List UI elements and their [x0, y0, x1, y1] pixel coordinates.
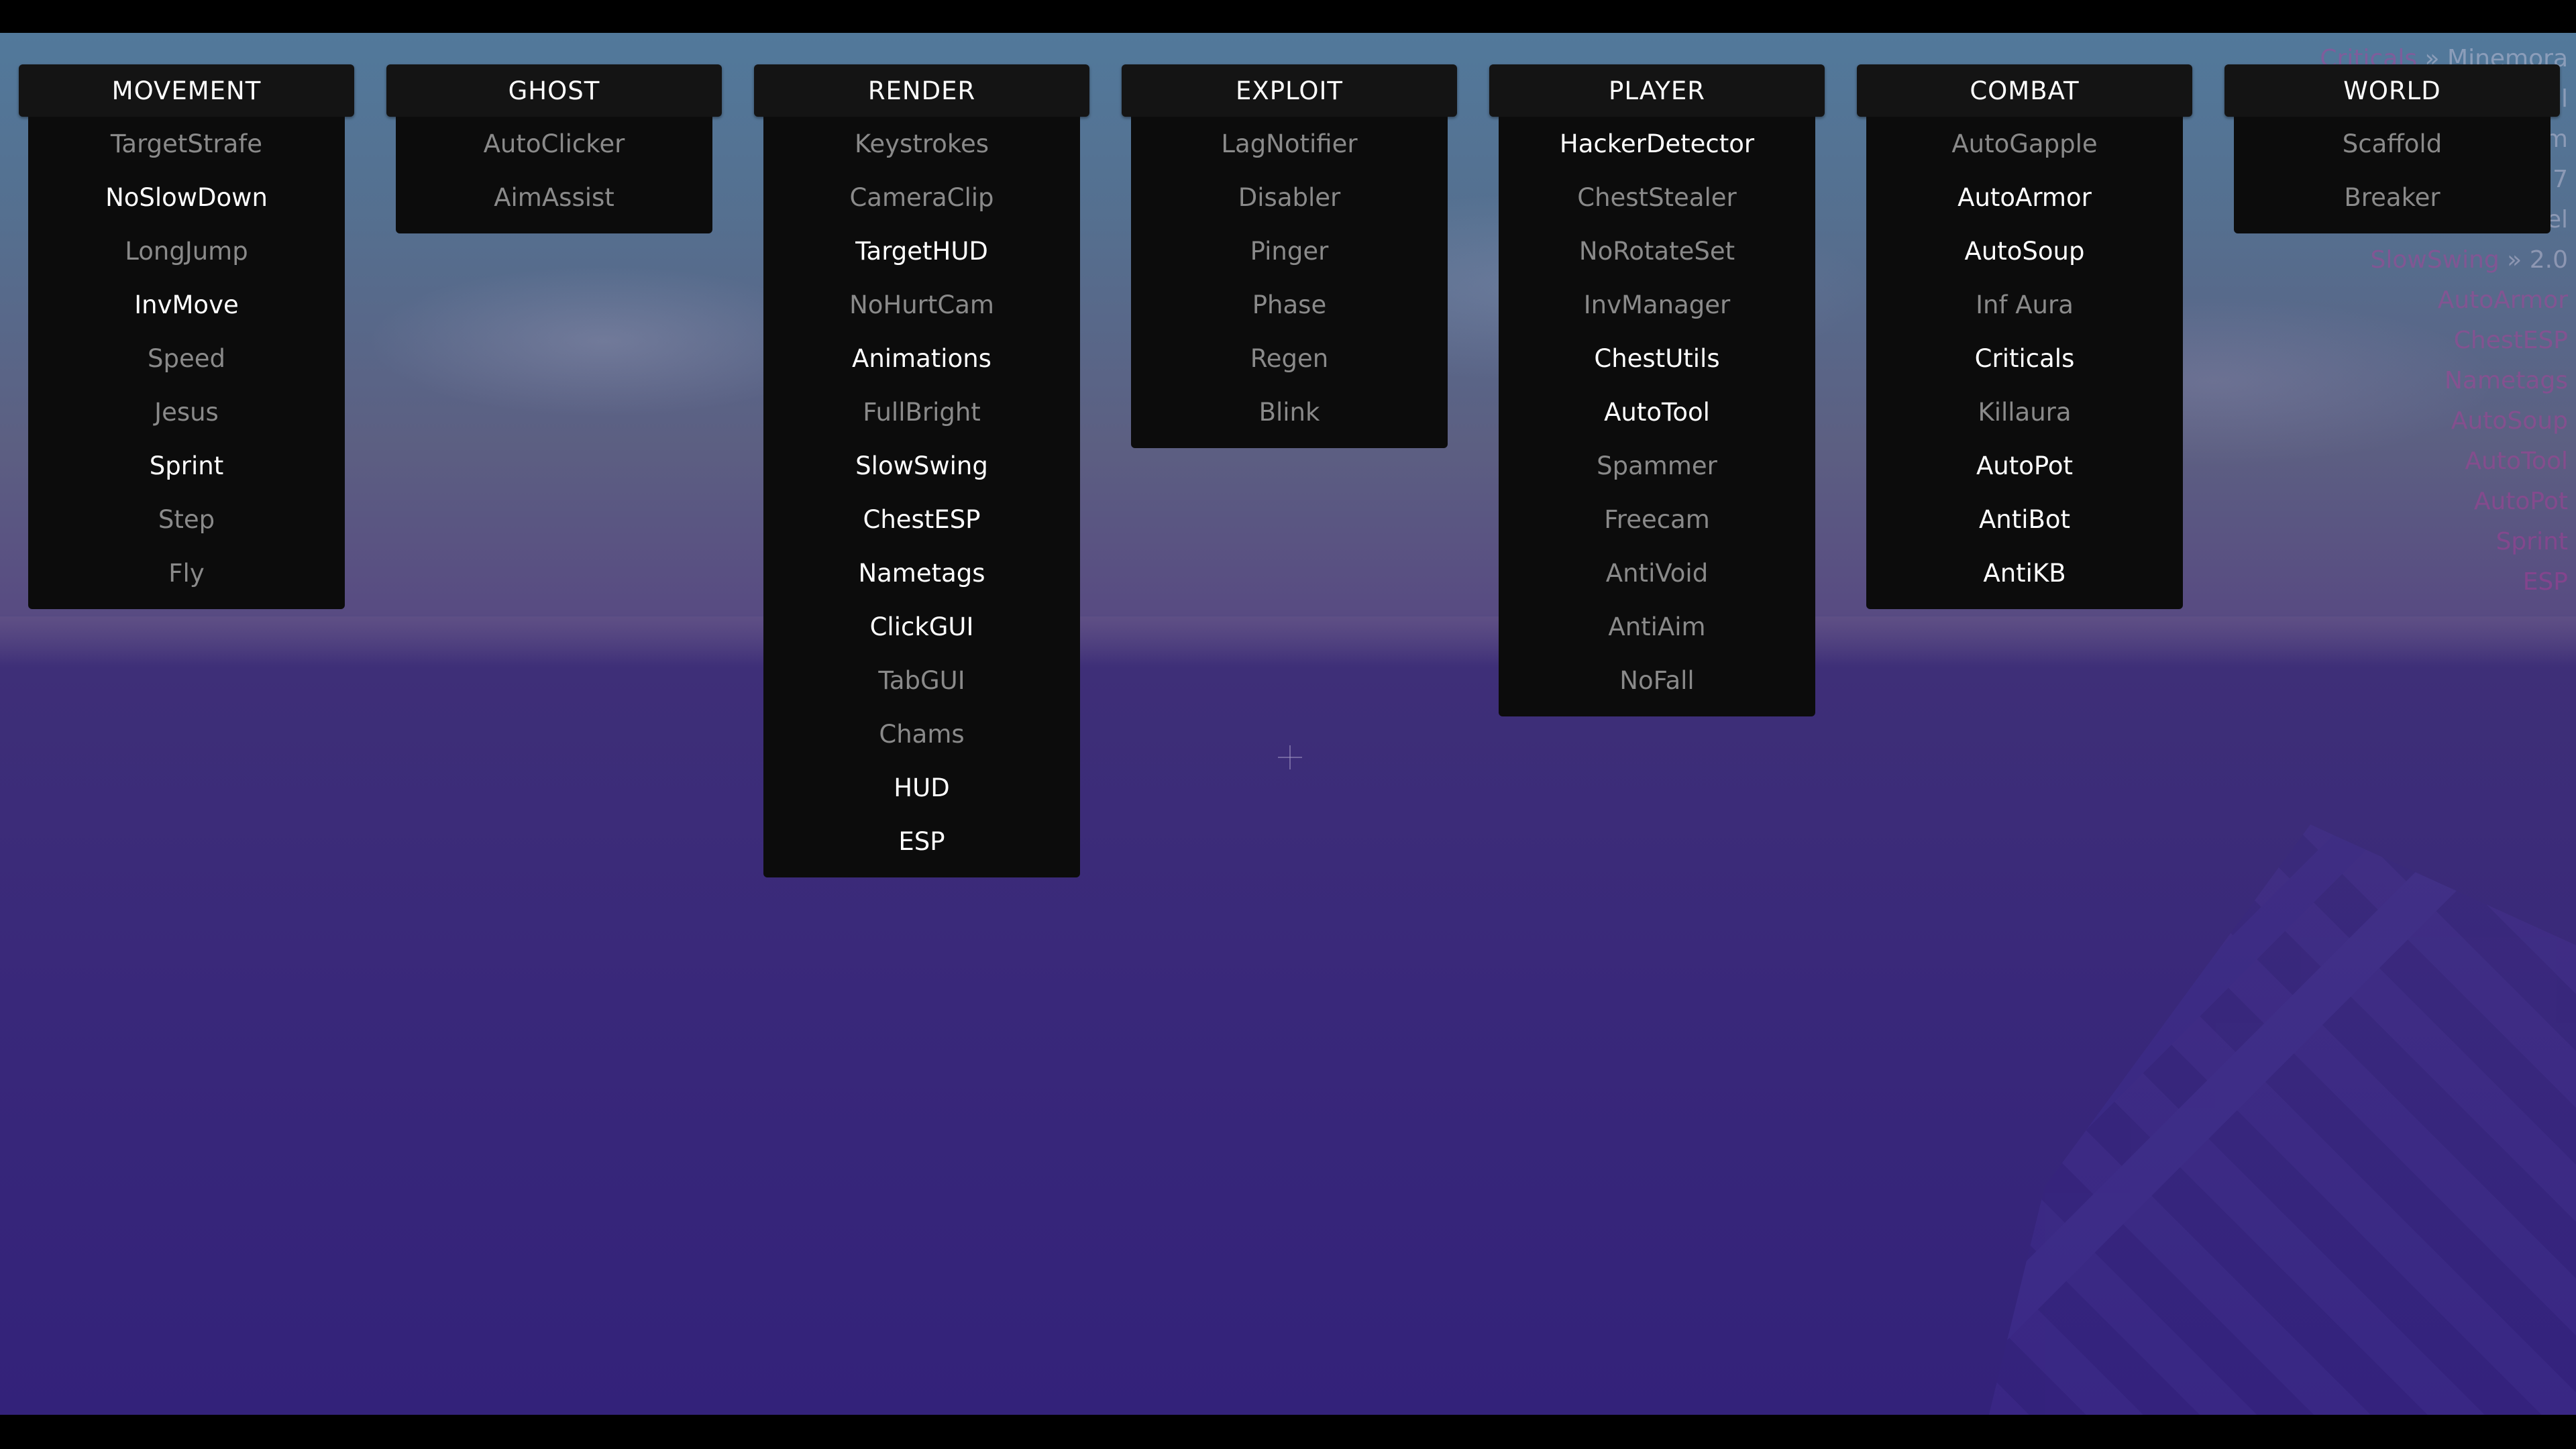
module-toggle-animations[interactable]: Animations	[763, 331, 1080, 385]
panel-module-list: Keystrokes CameraClip TargetHUD NoHurtCam An…	[763, 117, 1080, 877]
module-toggle-criticals[interactable]: Criticals	[1866, 331, 2183, 385]
module-toggle-autoarmor[interactable]: AutoArmor	[1866, 170, 2183, 224]
module-toggle-scaffold[interactable]: Scaffold	[2234, 117, 2551, 170]
module-toggle-lagnotifier[interactable]: LagNotifier	[1131, 117, 1448, 170]
module-toggle-antiaim[interactable]: AntiAim	[1499, 600, 1815, 653]
arraylist-module-name: SlowSwing	[2370, 246, 2500, 274]
arraylist-module-name: Nametags	[2445, 367, 2568, 394]
module-toggle-blink[interactable]: Blink	[1131, 385, 1448, 439]
panel-header[interactable]: PLAYER	[1489, 64, 1825, 117]
module-toggle-norotateset[interactable]: NoRotateSet	[1499, 224, 1815, 278]
panel-module-list: Scaffold Breaker	[2234, 117, 2551, 233]
arraylist-entry: AutoPot	[2320, 482, 2568, 522]
arraylist-entry: Nametags	[2320, 361, 2568, 401]
module-toggle-step[interactable]: Step	[28, 492, 345, 546]
panel-world: WORLD Scaffold Breaker	[2224, 64, 2560, 233]
arraylist-entry: ESP	[2320, 562, 2568, 602]
arraylist-module-name: ChestESP	[2453, 327, 2568, 354]
panel-module-list: AutoClicker AimAssist	[396, 117, 712, 233]
panel-header[interactable]: GHOST	[386, 64, 722, 117]
arraylist-entry: AutoSoup	[2320, 401, 2568, 441]
module-toggle-tabgui[interactable]: TabGUI	[763, 653, 1080, 707]
arraylist-module-name: AutoTool	[2465, 447, 2568, 475]
module-toggle-sprint[interactable]: Sprint	[28, 439, 345, 492]
module-toggle-nofall[interactable]: NoFall	[1499, 653, 1815, 707]
module-toggle-freecam[interactable]: Freecam	[1499, 492, 1815, 546]
module-toggle-noslowdown[interactable]: NoSlowDown	[28, 170, 345, 224]
module-toggle-autotool[interactable]: AutoTool	[1499, 385, 1815, 439]
module-toggle-cheststealer[interactable]: ChestStealer	[1499, 170, 1815, 224]
arraylist-entry: Sprint	[2320, 522, 2568, 562]
arraylist-separator: »	[2507, 246, 2522, 274]
panel-player: PLAYER HackerDetector ChestStealer NoRotate…	[1489, 64, 1825, 716]
module-toggle-autogapple[interactable]: AutoGapple	[1866, 117, 2183, 170]
panel-header[interactable]: EXPLOIT	[1122, 64, 1457, 117]
module-toggle-esp[interactable]: ESP	[763, 814, 1080, 868]
module-toggle-chams[interactable]: Chams	[763, 707, 1080, 761]
module-toggle-nametags[interactable]: Nametags	[763, 546, 1080, 600]
panel-movement: MOVEMENT TargetStrafe NoSlowDown LongJump In…	[19, 64, 354, 609]
module-toggle-antikb[interactable]: AntiKB	[1866, 546, 2183, 600]
arraylist-entry: SlowSwing » 2.0	[2320, 240, 2569, 280]
panel-module-list: AutoGapple AutoArmor AutoSoup Inf Aura Criti…	[1866, 117, 2183, 609]
arraylist-module-name: AutoSoup	[2451, 407, 2568, 435]
module-toggle-autosoup[interactable]: AutoSoup	[1866, 224, 2183, 278]
module-toggle-inf-aura[interactable]: Inf Aura	[1866, 278, 2183, 331]
panel-header[interactable]: MOVEMENT	[19, 64, 354, 117]
module-toggle-chestutils[interactable]: ChestUtils	[1499, 331, 1815, 385]
panel-combat: COMBAT AutoGapple AutoArmor AutoSoup Inf Aur…	[1857, 64, 2192, 609]
module-toggle-targetstrafe[interactable]: TargetStrafe	[28, 117, 345, 170]
module-toggle-aimassist[interactable]: AimAssist	[396, 170, 712, 224]
module-toggle-breaker[interactable]: Breaker	[2234, 170, 2551, 224]
module-toggle-hud[interactable]: HUD	[763, 761, 1080, 814]
module-toggle-autoclicker[interactable]: AutoClicker	[396, 117, 712, 170]
module-toggle-targethud[interactable]: TargetHUD	[763, 224, 1080, 278]
module-toggle-cameraclip[interactable]: CameraClip	[763, 170, 1080, 224]
module-toggle-keystrokes[interactable]: Keystrokes	[763, 117, 1080, 170]
panel-module-list: HackerDetector ChestStealer NoRotateSet Inv…	[1499, 117, 1815, 716]
module-toggle-disabler[interactable]: Disabler	[1131, 170, 1448, 224]
arraylist-entry: AutoTool	[2320, 441, 2568, 482]
panel-exploit: EXPLOIT LagNotifier Disabler Pinger Phase Reg…	[1122, 64, 1457, 448]
module-toggle-regen[interactable]: Regen	[1131, 331, 1448, 385]
module-toggle-fly[interactable]: Fly	[28, 546, 345, 600]
arraylist-module-name: AutoArmor	[2437, 286, 2568, 314]
module-toggle-longjump[interactable]: LongJump	[28, 224, 345, 278]
module-toggle-jesus[interactable]: Jesus	[28, 385, 345, 439]
module-toggle-antivoid[interactable]: AntiVoid	[1499, 546, 1815, 600]
module-toggle-clickgui[interactable]: ClickGUI	[763, 600, 1080, 653]
module-toggle-killaura[interactable]: Killaura	[1866, 385, 2183, 439]
panel-header[interactable]: COMBAT	[1857, 64, 2192, 117]
arraylist-module-name: ESP	[2522, 568, 2568, 596]
panel-ghost: GHOST AutoClicker AimAssist	[386, 64, 722, 233]
panel-module-list: TargetStrafe NoSlowDown LongJump InvMove Spe…	[28, 117, 345, 609]
arraylist-entry: ChestESP	[2320, 321, 2568, 361]
module-toggle-speed[interactable]: Speed	[28, 331, 345, 385]
module-toggle-invmove[interactable]: InvMove	[28, 278, 345, 331]
panel-header[interactable]: RENDER	[754, 64, 1089, 117]
module-toggle-antibot[interactable]: AntiBot	[1866, 492, 2183, 546]
arraylist-entry: AutoArmor	[2320, 280, 2568, 321]
panel-module-list: LagNotifier Disabler Pinger Phase Regen Blink	[1131, 117, 1448, 448]
crosshair-icon	[1278, 745, 1302, 769]
module-toggle-autopot[interactable]: AutoPot	[1866, 439, 2183, 492]
module-toggle-fullbright[interactable]: FullBright	[763, 385, 1080, 439]
module-toggle-chestesp[interactable]: ChestESP	[763, 492, 1080, 546]
panel-header[interactable]: WORLD	[2224, 64, 2560, 117]
module-toggle-slowswing[interactable]: SlowSwing	[763, 439, 1080, 492]
panel-render: RENDER Keystrokes CameraClip TargetHUD NoHur…	[754, 64, 1089, 877]
arraylist-module-mode: 2.0	[2529, 246, 2568, 274]
module-toggle-hackerdetector[interactable]: HackerDetector	[1499, 117, 1815, 170]
module-toggle-invmanager[interactable]: InvManager	[1499, 278, 1815, 331]
arraylist-module-name: Sprint	[2496, 528, 2568, 555]
module-toggle-nohurtcam[interactable]: NoHurtCam	[763, 278, 1080, 331]
module-toggle-pinger[interactable]: Pinger	[1131, 224, 1448, 278]
module-toggle-phase[interactable]: Phase	[1131, 278, 1448, 331]
horizon	[0, 616, 2576, 663]
module-toggle-spammer[interactable]: Spammer	[1499, 439, 1815, 492]
arraylist-module-name: AutoPot	[2473, 488, 2568, 515]
terrain-blocks	[1986, 824, 2576, 1415]
